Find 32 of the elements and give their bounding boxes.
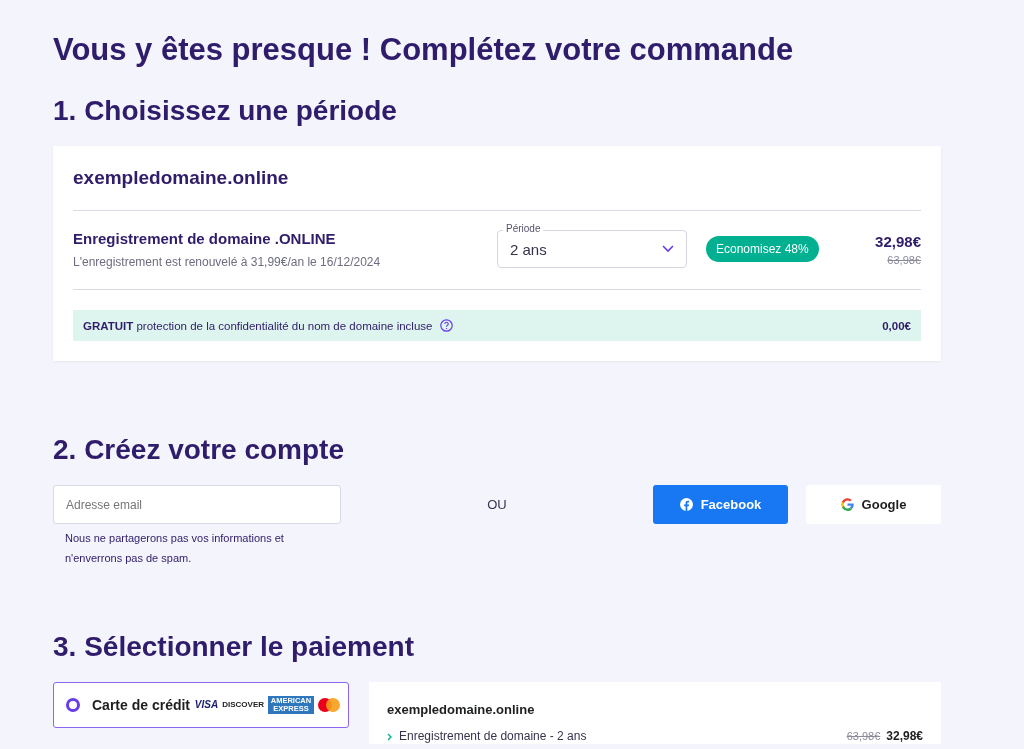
card-brand-logo: VISA <box>194 701 219 709</box>
section-heading: 3. Sélectionner le paiement <box>53 630 416 664</box>
email-field[interactable]: Adresse email <box>53 485 341 524</box>
google-login-button[interactable]: Google <box>806 485 941 524</box>
or-separator: OU <box>486 496 508 514</box>
old-price: 63,98€ <box>886 253 921 266</box>
help-icon[interactable] <box>440 319 454 332</box>
period-label: Période <box>503 223 544 235</box>
page-title: Vous y êtes presque ! Complétez votre commande <box>53 32 795 68</box>
privacy-text: GRATUIT protection de la confidentialité du nom de domaine incluse <box>83 319 433 332</box>
discount-badge: Economisez 48% <box>706 236 819 262</box>
summary-item: Enregistrement de domaine - 2 ans <box>399 729 587 744</box>
card-brand-logo: DISCOVER <box>222 701 264 709</box>
privacy-price: 0,00€ <box>882 319 911 332</box>
domain-name: exempledomaine.online <box>73 166 290 190</box>
summary-price: 32,98€ <box>886 729 923 744</box>
facebook-login-button[interactable]: Facebook <box>653 485 788 524</box>
google-icon <box>840 498 854 511</box>
chevron-right-icon <box>387 732 393 741</box>
section-heading: 1. Choisissez une période <box>53 94 398 128</box>
summary-old-price: 63,98€ <box>846 729 881 744</box>
product-name: Enregistrement de domaine .ONLINE <box>73 229 337 249</box>
section-heading: 2. Créez votre compte <box>53 433 345 467</box>
radio-button[interactable] <box>66 698 80 712</box>
summary-domain: exempledomaine.online <box>387 702 536 717</box>
payment-label: Carte de crédit <box>92 697 191 713</box>
chevron-down-icon <box>662 245 674 253</box>
renewal-note: L'enregistrement est renouvelé à 31,99€/an le 16/12/2024 <box>73 255 382 269</box>
privacy-note: Nous ne partagerons pas vos informations et n'enverrons pas de spam. <box>65 531 285 566</box>
facebook-icon <box>679 498 693 511</box>
mastercard-circles-icon <box>318 698 340 712</box>
price: 32,98€ <box>874 232 921 250</box>
